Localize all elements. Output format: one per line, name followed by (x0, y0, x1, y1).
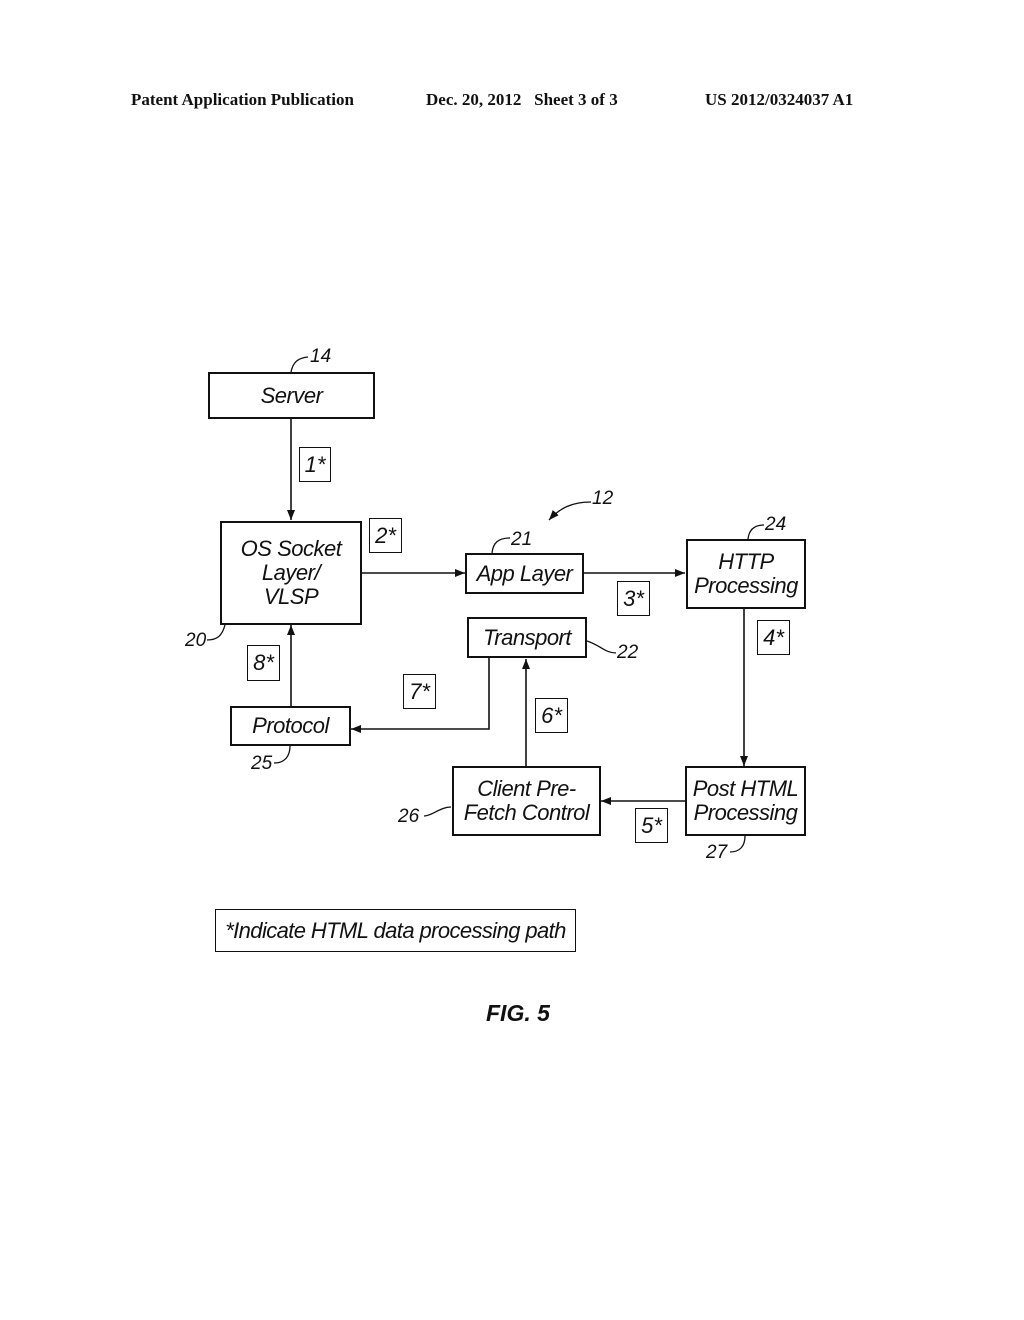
leader-14 (290, 356, 309, 373)
leader-21 (491, 537, 511, 554)
ref-14: 14 (310, 346, 332, 367)
leader-20 (206, 624, 226, 641)
figure-label: FIG. 5 (486, 1000, 550, 1026)
ref-26: 26 (398, 806, 420, 827)
leader-25 (273, 745, 291, 764)
client-prefetch-block: Client Pre- Fetch Control (452, 766, 601, 836)
ref-21: 21 (511, 529, 533, 550)
transport-label: Transport (482, 624, 572, 650)
os-socket-label-line2: Layer/ (261, 560, 321, 585)
step-tag-8: 8* (247, 645, 280, 681)
post-html-label-line1: Post HTML (692, 776, 799, 801)
client-prefetch-label-line1: Client Pre- (477, 776, 576, 801)
ref-22: 22 (617, 642, 639, 663)
protocol-block: Protocol (230, 706, 351, 746)
step-tag-7: 7* (403, 674, 436, 709)
legend-text: *Indicate HTML data processing path (225, 917, 566, 943)
ref-27: 27 (706, 842, 728, 863)
leader-26 (423, 806, 452, 817)
http-processing-block: HTTP Processing (686, 539, 806, 609)
step-tag-5: 5* (635, 808, 668, 843)
os-socket-block: OS Socket Layer/ VLSP (220, 521, 362, 625)
protocol-label: Protocol (252, 713, 329, 738)
client-prefetch-label-line2: Fetch Control (463, 800, 590, 825)
ref-25: 25 (251, 753, 273, 774)
os-socket-label-line1: OS Socket (240, 536, 342, 561)
connector-lines (206, 356, 765, 853)
ref-24: 24 (765, 514, 787, 535)
post-html-label-line2: Processing (693, 800, 798, 825)
leader-12 (548, 501, 592, 521)
app-layer-label: App Layer (476, 560, 573, 586)
step-tag-3: 3* (617, 581, 650, 616)
step-tag-2: 2* (369, 518, 402, 553)
leader-27 (729, 835, 746, 853)
os-socket-label-line3: VLSP (263, 584, 319, 609)
post-html-block: Post HTML Processing (685, 766, 806, 836)
ref-20: 20 (185, 630, 207, 651)
leader-24 (747, 524, 765, 540)
step-tag-6: 6* (535, 698, 568, 733)
ref-12: 12 (592, 488, 614, 509)
http-processing-label-line2: Processing (694, 573, 798, 598)
app-layer-block: App Layer (465, 553, 584, 594)
transport-block: Transport (467, 617, 587, 658)
http-processing-label-line1: HTTP (718, 549, 774, 574)
step-tag-4: 4* (757, 620, 790, 655)
step-tag-1: 1* (299, 447, 331, 482)
legend-box: *Indicate HTML data processing path (215, 909, 576, 952)
server-label: Server (260, 382, 323, 408)
leader-22 (586, 640, 617, 654)
server-block: Server (208, 372, 375, 419)
